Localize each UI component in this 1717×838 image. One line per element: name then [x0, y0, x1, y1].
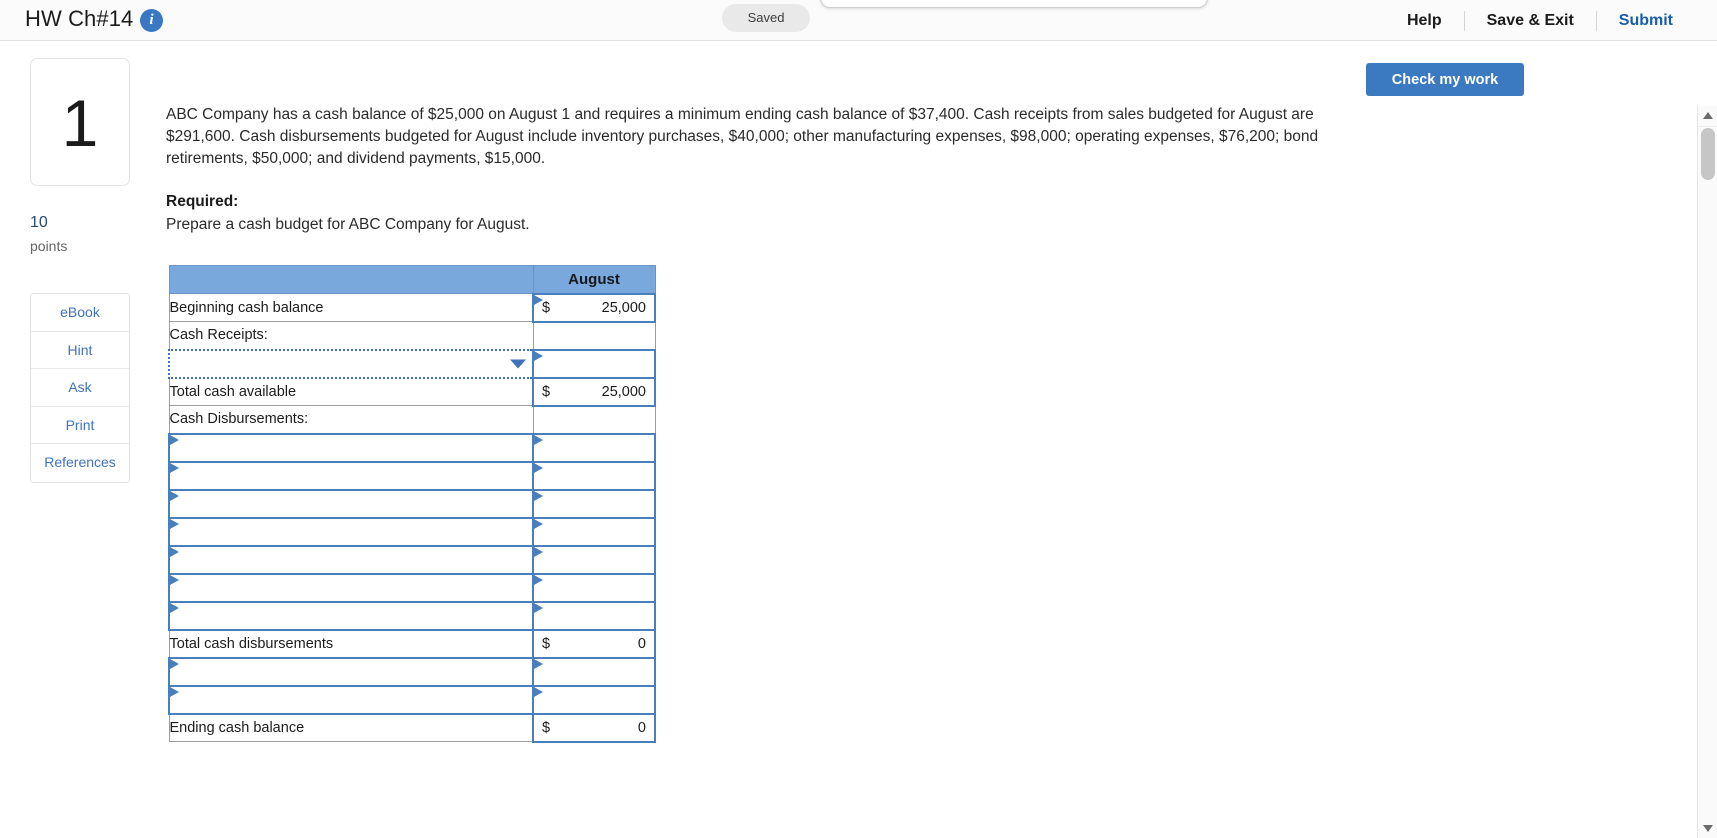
table-row: Cash Disbursements: [168, 405, 656, 434]
label-input-cell[interactable] [168, 544, 534, 575]
amount-value: 25,000 [601, 299, 646, 316]
row-label: Cash Receipts: [168, 321, 534, 350]
worksheet-header-august: August [532, 265, 656, 294]
cash-budget-worksheet: August Beginning cash balance $25,000 Cash … [168, 265, 656, 743]
amount-input-cell[interactable] [532, 600, 656, 631]
account-dropdown[interactable] [168, 348, 534, 379]
table-row [168, 488, 656, 519]
scroll-up-arrow-icon[interactable] [1698, 106, 1717, 126]
row-label-text: Total cash disbursements [169, 635, 334, 652]
amount-value: 25,000 [601, 383, 646, 400]
amount-input-cell[interactable] [532, 488, 656, 519]
label-input-cell[interactable] [168, 656, 534, 687]
scroll-down-arrow-icon[interactable] [1698, 818, 1717, 838]
label-input-cell[interactable] [168, 432, 534, 463]
clipped-overlay-panel [820, 0, 1208, 8]
tool-ask[interactable]: Ask [31, 369, 129, 407]
row-label-text: Cash Receipts: [169, 327, 268, 344]
table-row: Ending cash balance $0 [168, 712, 656, 743]
amount-value: 0 [637, 719, 646, 736]
currency-symbol: $ [542, 383, 551, 400]
scrollbar-track [1698, 126, 1717, 127]
amount-input-cell[interactable] [532, 544, 656, 575]
points-value: 10 [30, 214, 48, 231]
question-page: HW Ch#14 i Saved Help Save & Exit Submit… [0, 0, 1717, 838]
save-and-exit-link[interactable]: Save & Exit [1465, 0, 1596, 41]
label-input-cell[interactable] [168, 516, 534, 547]
currency-symbol: $ [542, 299, 551, 316]
submit-link[interactable]: Submit [1597, 0, 1695, 41]
vertical-scrollbar[interactable] [1697, 106, 1717, 838]
points-label: points [30, 238, 68, 254]
row-label: Ending cash balance [168, 713, 534, 742]
amount-cell[interactable]: $25,000 [532, 376, 656, 407]
row-label: Cash Disbursements: [168, 405, 534, 434]
amount-cell[interactable]: $0 [532, 712, 656, 743]
tool-references[interactable]: References [31, 444, 129, 482]
required-body-text: Prepare a cash budget for ABC Company fo… [166, 216, 530, 233]
row-label-text: Total cash available [169, 383, 297, 400]
row-label: Total cash disbursements [168, 629, 534, 658]
label-input-cell[interactable] [168, 600, 534, 631]
amount-input-cell[interactable] [532, 432, 656, 463]
help-link[interactable]: Help [1385, 0, 1464, 41]
empty-cell [532, 321, 656, 350]
question-number-box: 1 [30, 58, 130, 186]
amount-input-cell[interactable] [532, 516, 656, 547]
tool-print[interactable]: Print [31, 407, 129, 444]
table-row [168, 516, 656, 547]
scrollbar-thumb[interactable] [1701, 128, 1715, 180]
required-heading: Required: [166, 193, 239, 210]
amount-cell[interactable]: $25,000 [532, 292, 656, 323]
check-my-work-button[interactable]: Check my work [1366, 63, 1524, 96]
amount-value: 0 [637, 635, 646, 652]
row-label-text: Cash Disbursements: [169, 411, 309, 428]
table-row: Cash Receipts: [168, 321, 656, 350]
table-row [168, 600, 656, 631]
amount-input-cell[interactable] [532, 656, 656, 687]
worksheet-header-row: August [168, 265, 656, 294]
table-row: Total cash available $25,000 [168, 376, 656, 407]
amount-cell[interactable]: $0 [532, 628, 656, 659]
row-label: Beginning cash balance [168, 293, 534, 322]
row-label: Total cash available [168, 377, 534, 406]
label-input-cell[interactable] [168, 488, 534, 519]
worksheet-header-blank [168, 265, 534, 294]
table-row [168, 348, 656, 379]
table-row [168, 684, 656, 715]
table-row [168, 544, 656, 575]
question-number: 1 [61, 86, 99, 160]
row-label-text: Beginning cash balance [169, 299, 324, 316]
table-row [168, 460, 656, 491]
table-row: Total cash disbursements $0 [168, 628, 656, 659]
label-input-cell[interactable] [168, 460, 534, 491]
currency-symbol: $ [542, 719, 551, 736]
question-body-text: ABC Company has a cash balance of $25,00… [166, 106, 1319, 167]
amount-input-cell[interactable] [532, 348, 656, 379]
page-title: HW Ch#14 [25, 6, 134, 31]
table-row [168, 572, 656, 603]
amount-input-cell[interactable] [532, 572, 656, 603]
currency-symbol: $ [542, 635, 551, 652]
top-header-bar: HW Ch#14 i Saved Help Save & Exit Submit [0, 0, 1717, 41]
empty-cell [532, 405, 656, 434]
header-actions: Help Save & Exit Submit [1385, 0, 1695, 41]
table-row [168, 656, 656, 687]
table-row [168, 432, 656, 463]
info-icon[interactable]: i [140, 9, 163, 32]
tool-hint[interactable]: Hint [31, 332, 129, 369]
amount-input-cell[interactable] [532, 460, 656, 491]
amount-input-cell[interactable] [532, 684, 656, 715]
question-tools-list: eBook Hint Ask Print References [30, 293, 130, 483]
label-input-cell[interactable] [168, 684, 534, 715]
label-input-cell[interactable] [168, 572, 534, 603]
table-row: Beginning cash balance $25,000 [168, 292, 656, 323]
chevron-down-icon[interactable] [510, 359, 526, 368]
row-label-text: Ending cash balance [169, 719, 305, 736]
status-badge: Saved [722, 4, 810, 32]
tool-ebook[interactable]: eBook [31, 294, 129, 332]
